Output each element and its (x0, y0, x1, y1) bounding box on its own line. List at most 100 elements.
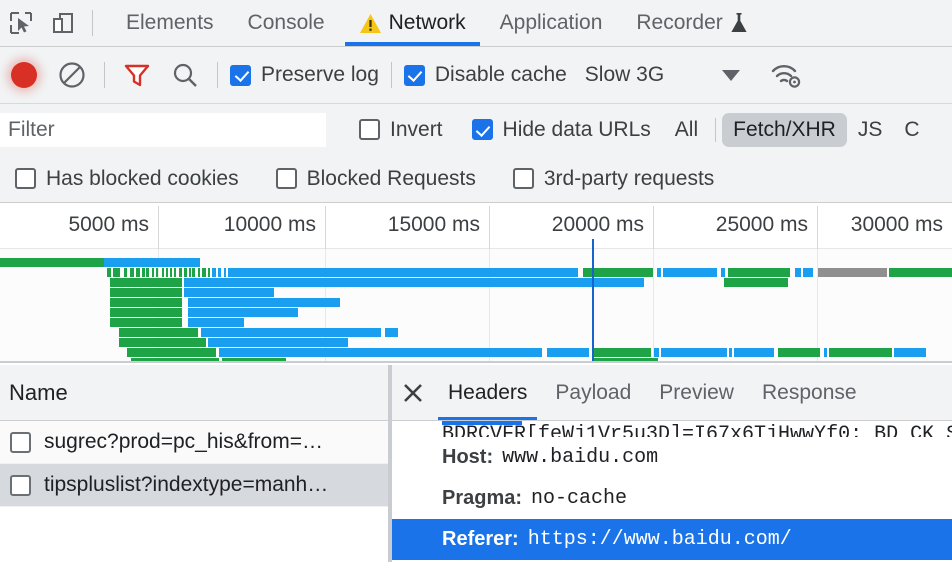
tab-console[interactable]: Console (231, 0, 342, 46)
close-icon[interactable] (392, 365, 434, 420)
waterfall-segment (184, 278, 644, 287)
blocked-requests-checkbox[interactable]: Blocked Requests (272, 167, 480, 191)
network-conditions-button[interactable] (762, 47, 810, 103)
waterfall-segment (110, 298, 182, 307)
request-row[interactable]: tipspluslist?indextype=manh… (0, 464, 388, 507)
resource-type-js[interactable]: JS (847, 113, 894, 147)
devtools-tab-bar: Elements Console Network Application (0, 0, 952, 47)
flask-icon (730, 12, 748, 34)
waterfall-segment (219, 348, 470, 357)
waterfall-segment (721, 268, 725, 277)
waterfall-track (0, 308, 952, 317)
network-overview[interactable]: 5000 ms10000 ms15000 ms20000 ms25000 ms3… (0, 203, 952, 363)
waterfall-segment (127, 348, 216, 357)
network-toolbar: Preserve log Disable cache Slow 3G (0, 47, 952, 104)
request-name: tipspluslist?indextype=manh… (44, 473, 328, 497)
chevron-down-icon[interactable] (722, 70, 740, 81)
invert-checkbox[interactable]: Invert (355, 118, 447, 142)
tab-network[interactable]: Network (342, 0, 483, 46)
tab-headers[interactable]: Headers (434, 365, 541, 420)
waterfall-segment (734, 348, 774, 357)
waterfall-segment (663, 268, 717, 277)
search-icon (171, 61, 199, 89)
header-row[interactable]: Pragma:no-cache (392, 478, 952, 519)
tab-response[interactable]: Response (748, 365, 871, 420)
tab-recorder[interactable]: Recorder (619, 0, 764, 46)
request-row[interactable]: sugrec?prod=pc_his&from=… (0, 421, 388, 464)
waterfall-segment (136, 268, 140, 277)
filter-divider (715, 118, 716, 142)
waterfall-segment (824, 348, 827, 357)
waterfall-segment (224, 268, 226, 277)
preserve-log-label: Preserve log (261, 63, 379, 87)
header-key: Host: (442, 446, 493, 469)
resource-type-css[interactable]: C (893, 113, 930, 147)
tab-application[interactable]: Application (483, 0, 620, 46)
header-row[interactable]: Referer:https://www.baidu.com/ (392, 519, 952, 560)
timeline-tick-label: 10000 ms (224, 213, 325, 237)
waterfall-segment (201, 328, 381, 337)
panel-tabs: Elements Console Network Application (109, 0, 765, 46)
header-row[interactable]: Host:www.baidu.com (392, 437, 952, 478)
has-blocked-cookies-label: Has blocked cookies (46, 167, 239, 191)
record-button[interactable] (0, 47, 48, 103)
preserve-log-checkbox[interactable]: Preserve log (226, 63, 383, 87)
waterfall-segment (228, 268, 578, 277)
waterfall-segment (189, 268, 191, 277)
waterfall-segment (156, 268, 158, 277)
waterfall-track (0, 268, 952, 277)
resource-type-all[interactable]: All (664, 113, 709, 147)
tab-payload[interactable]: Payload (541, 365, 645, 420)
timeline-tick-label: 30000 ms (851, 213, 952, 237)
tab-elements[interactable]: Elements (109, 0, 231, 46)
waterfall-segment (174, 268, 176, 277)
filter-button[interactable] (113, 47, 161, 103)
request-list-pane: Name sugrec?prod=pc_his&from=… tipsplusli… (0, 365, 388, 562)
hide-data-urls-checkbox[interactable]: Hide data URLs (468, 118, 655, 142)
waterfall-segment (162, 268, 164, 277)
disable-cache-label: Disable cache (435, 63, 567, 87)
column-header-name: Name (9, 380, 68, 406)
clear-button[interactable] (48, 47, 96, 103)
search-button[interactable] (161, 47, 209, 103)
request-rows: sugrec?prod=pc_his&from=… tipspluslist?in… (0, 421, 388, 507)
waterfall-track (0, 298, 952, 307)
resource-type-fetch-xhr[interactable]: Fetch/XHR (722, 113, 847, 147)
request-list-header[interactable]: Name (0, 365, 388, 421)
waterfall-segment (184, 288, 274, 297)
tab-elements-label: Elements (126, 11, 214, 35)
inspect-element-icon[interactable] (0, 0, 42, 46)
tab-preview[interactable]: Preview (645, 365, 748, 420)
waterfall-segment (110, 308, 182, 317)
timeline-tick-line (817, 206, 818, 249)
waterfall-segment (142, 268, 145, 277)
has-blocked-cookies-checkbox[interactable]: Has blocked cookies (11, 167, 243, 191)
waterfall-segment (795, 268, 801, 277)
waterfall-segment (654, 348, 659, 357)
device-toolbar-icon[interactable] (42, 0, 84, 46)
waterfall-segment (592, 358, 658, 363)
header-key: Pragma: (442, 487, 522, 510)
waterfall-segment (778, 348, 820, 357)
waterfall-segment (212, 268, 216, 277)
request-row-checkbox[interactable] (10, 475, 31, 496)
waterfall-segment (729, 348, 732, 357)
timeline-tick-label: 15000 ms (388, 213, 489, 237)
timeline-tick-label: 25000 ms (716, 213, 817, 237)
timeline-tick-line (653, 206, 654, 249)
request-row-checkbox[interactable] (10, 432, 31, 453)
waterfall-track (0, 258, 952, 267)
waterfall-segment (803, 268, 813, 277)
third-party-requests-checkbox[interactable]: 3rd-party requests (509, 167, 718, 191)
hide-data-urls-label: Hide data URLs (503, 118, 651, 142)
toolbar-divider (92, 10, 93, 36)
disable-cache-checkbox[interactable]: Disable cache (400, 63, 571, 87)
waterfall-segment (104, 258, 200, 267)
header-rows: Host:www.baidu.comPragma:no-cacheReferer… (392, 437, 952, 560)
headers-list: BDRCVFR[feWj1Vr5u3D]=I67x6TjHwwYf0; BD_C… (392, 421, 952, 560)
waterfall-segment (188, 298, 340, 307)
throttling-select[interactable]: Slow 3G (585, 63, 664, 87)
filter-input[interactable] (0, 113, 326, 147)
advanced-filter-bar: Has blocked cookies Blocked Requests 3rd… (0, 155, 952, 203)
filter-icon (123, 61, 151, 89)
